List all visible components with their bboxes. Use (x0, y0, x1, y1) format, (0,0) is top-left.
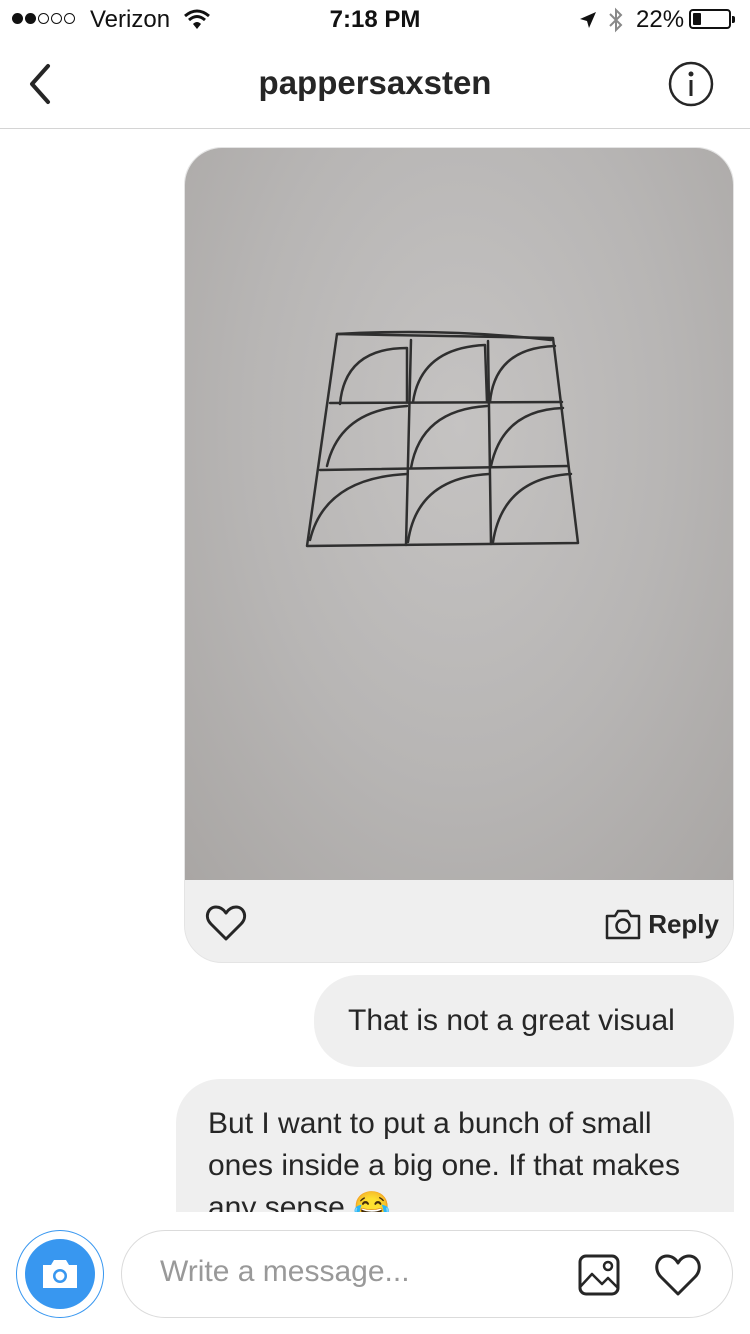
heart-icon (205, 905, 247, 941)
reply-button[interactable]: Reply (604, 904, 719, 944)
conversation-username[interactable]: pappersaxsten (0, 64, 750, 102)
camera-button[interactable] (16, 1230, 104, 1318)
heart-icon (655, 1254, 701, 1296)
message-input-placeholder: Write a message... (160, 1255, 410, 1288)
like-button[interactable] (205, 904, 247, 942)
camera-icon (43, 1260, 77, 1288)
photo-message[interactable]: Reply (184, 147, 734, 963)
gallery-button[interactable] (577, 1253, 621, 1297)
grid-sketch-drawing (305, 330, 580, 548)
message-composer: Write a message... (0, 1212, 750, 1334)
location-arrow-icon (578, 9, 598, 37)
reply-label: Reply (648, 908, 719, 939)
photo-message-actions: Reply (185, 880, 733, 962)
status-bar: Verizon 7:18 PM 22% (0, 0, 750, 40)
message-input[interactable]: Write a message... (121, 1230, 733, 1318)
battery-percent: 22% (636, 6, 685, 33)
sketch-photo[interactable] (185, 148, 733, 880)
message-bubble[interactable]: That is not a great visual (314, 975, 734, 1067)
camera-icon (605, 909, 641, 940)
info-icon (668, 61, 714, 107)
chat-header: pappersaxsten (0, 40, 750, 129)
send-like-button[interactable] (654, 1252, 702, 1298)
message-bubble[interactable]: But I want to put a bunch of small ones … (176, 1079, 734, 1212)
battery-icon (689, 9, 735, 29)
bluetooth-icon (607, 6, 625, 41)
info-button[interactable] (668, 61, 714, 107)
image-gallery-icon (578, 1254, 620, 1296)
message-thread: Reply That is not a great visual But I w… (0, 129, 750, 1212)
